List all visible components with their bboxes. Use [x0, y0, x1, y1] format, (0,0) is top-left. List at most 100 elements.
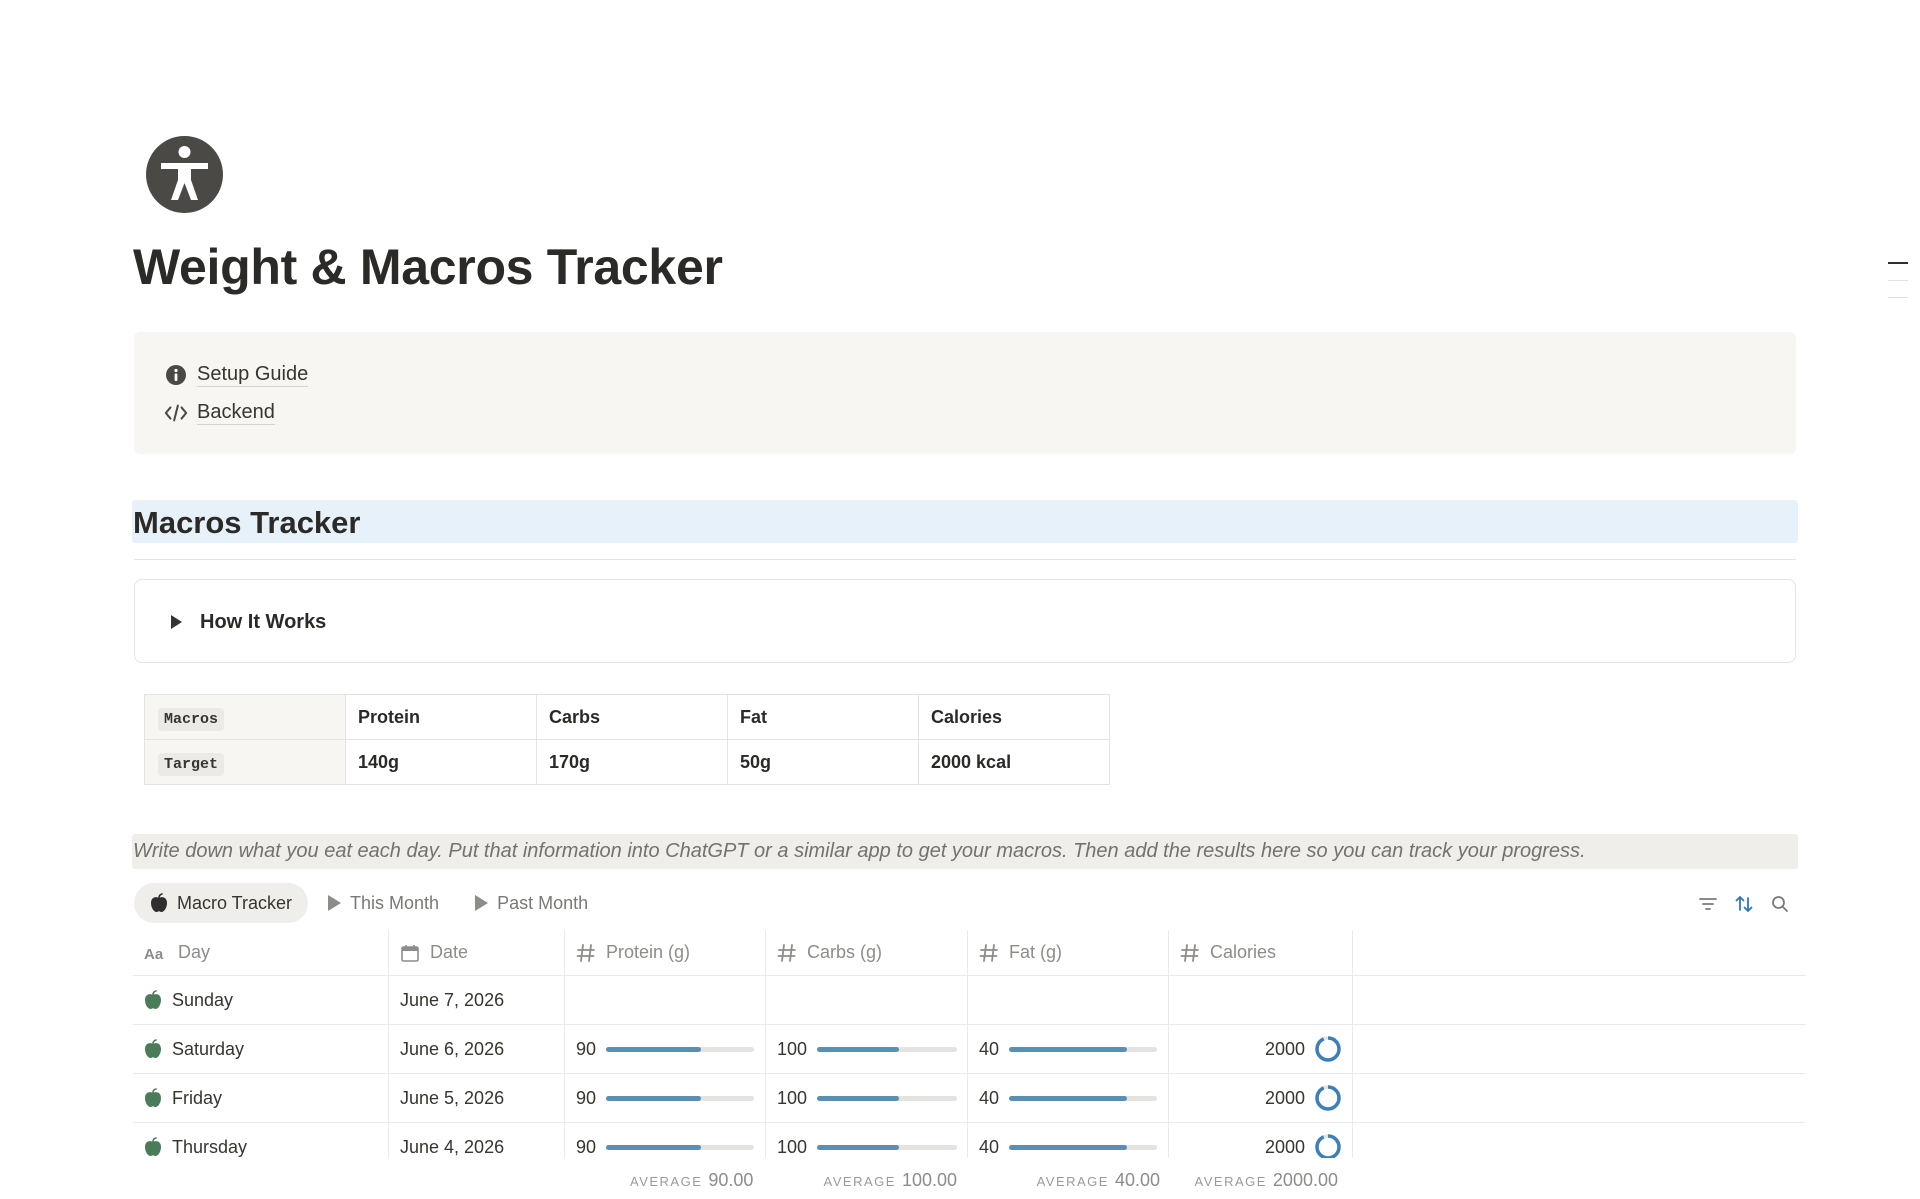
play-icon [475, 895, 489, 911]
column-header-day[interactable]: Aa Day [133, 930, 389, 975]
date-cell[interactable]: June 5, 2026 [389, 1074, 565, 1122]
macro-tracker-table: Aa Day Date Protein (g) Carbs (g) Fat (g… [133, 930, 1805, 1158]
number-icon [777, 943, 797, 963]
date-value: June 5, 2026 [400, 1087, 505, 1108]
calories-cell[interactable]: 2000 [1169, 1025, 1353, 1073]
filter-icon[interactable] [1697, 892, 1719, 916]
toc-mark[interactable] [1888, 280, 1908, 281]
table-row[interactable]: Friday June 5, 2026 90 100 40 2000 [133, 1074, 1805, 1123]
table-of-contents-rail[interactable] [1888, 262, 1908, 314]
fat-cell[interactable]: 40 [968, 1025, 1169, 1073]
column-header-date[interactable]: Date [389, 930, 565, 975]
date-cell[interactable]: June 4, 2026 [389, 1123, 565, 1158]
code-icon [164, 401, 188, 425]
day-cell[interactable]: Saturday [133, 1025, 389, 1073]
page-title: Weight & Macros Tracker [133, 239, 723, 295]
average-value: 40.00 [1114, 1170, 1160, 1190]
calories-value: 2000 [1264, 1087, 1305, 1108]
table-cell: Protein [345, 694, 537, 740]
fat-value: 40 [979, 1136, 1000, 1157]
fat-cell[interactable]: 40 [968, 1123, 1169, 1158]
calories-cell[interactable]: 2000 [1169, 1074, 1353, 1122]
progress-bar [606, 1095, 754, 1101]
carbs-cell[interactable] [766, 976, 968, 1024]
average-label: AVERAGE [1036, 1174, 1109, 1189]
calories-cell[interactable]: 2000 [1169, 1123, 1353, 1158]
table-row: Target 140g 170g 50g 2000 kcal [144, 739, 1110, 785]
protein-cell[interactable]: 90 [565, 1025, 766, 1073]
carbs-cell[interactable]: 100 [766, 1123, 968, 1158]
calories-cell[interactable] [1169, 976, 1353, 1024]
table-row[interactable]: Thursday June 4, 2026 90 100 40 2000 [133, 1123, 1805, 1158]
search-icon[interactable] [1769, 892, 1791, 916]
table-row: Macros Protein Carbs Fat Calories [144, 694, 1110, 740]
divider [134, 559, 1796, 560]
setup-guide-label: Setup Guide [197, 363, 309, 387]
table-header-row: Aa Day Date Protein (g) Carbs (g) Fat (g… [133, 930, 1805, 976]
toggle-label: How It Works [200, 611, 327, 633]
fat-cell[interactable] [968, 976, 1169, 1024]
setup-guide-link[interactable]: Setup Guide [164, 362, 309, 387]
table-cell: 2000 kcal [918, 739, 1110, 785]
column-header-protein[interactable]: Protein (g) [565, 930, 766, 975]
how-it-works-toggle[interactable]: How It Works [134, 579, 1796, 663]
fat-value: 40 [979, 1087, 1000, 1108]
protein-cell[interactable] [565, 976, 766, 1024]
day-cell[interactable]: Friday [133, 1074, 389, 1122]
tab-this-month[interactable]: This Month [312, 883, 455, 923]
progress-bar [1009, 1095, 1157, 1101]
progress-ring-icon [1315, 1085, 1341, 1111]
table-cell: Fat [727, 694, 919, 740]
tab-label: This Month [350, 892, 440, 913]
table-cell: Calories [918, 694, 1110, 740]
date-value: June 6, 2026 [400, 1038, 505, 1059]
sort-icon[interactable] [1733, 892, 1755, 916]
info-icon [164, 363, 188, 387]
carbs-value: 100 [777, 1136, 808, 1157]
number-icon [1180, 943, 1200, 963]
date-cell[interactable]: June 6, 2026 [389, 1025, 565, 1073]
table-cell: 170g [536, 739, 728, 785]
progress-ring-icon [1315, 1036, 1341, 1062]
accessibility-person-icon[interactable] [146, 136, 223, 213]
tab-label: Past Month [497, 892, 589, 913]
carbs-average: AVERAGE 100.00 [823, 1170, 957, 1191]
section-heading: Macros Tracker [132, 500, 1798, 543]
date-value: June 4, 2026 [400, 1136, 505, 1157]
protein-cell[interactable]: 90 [565, 1123, 766, 1158]
table-cell: Carbs [536, 694, 728, 740]
average-label: AVERAGE [1194, 1174, 1267, 1189]
protein-value: 90 [576, 1136, 597, 1157]
progress-bar [1009, 1144, 1157, 1150]
apple-icon [144, 1137, 162, 1157]
progress-bar [1009, 1046, 1157, 1052]
play-icon [328, 895, 342, 911]
day-label: Saturday [172, 1038, 245, 1059]
row-header-label: Target [158, 752, 225, 776]
day-cell[interactable]: Thursday [133, 1123, 389, 1158]
date-cell[interactable]: June 7, 2026 [389, 976, 565, 1024]
tab-past-month[interactable]: Past Month [459, 883, 604, 923]
date-value: June 7, 2026 [400, 989, 505, 1010]
carbs-cell[interactable]: 100 [766, 1074, 968, 1122]
column-header-label: Fat (g) [1009, 942, 1063, 962]
table-row[interactable]: Saturday June 6, 2026 90 100 40 2000 [133, 1025, 1805, 1074]
progress-bar [817, 1144, 957, 1150]
backend-link[interactable]: Backend [164, 400, 275, 425]
column-header-calories[interactable]: Calories [1169, 930, 1353, 975]
toc-mark[interactable] [1888, 297, 1908, 298]
fat-cell[interactable]: 40 [968, 1074, 1169, 1122]
toggle-arrow-icon[interactable] [171, 615, 182, 629]
progress-bar [817, 1095, 957, 1101]
table-cell: 140g [345, 739, 537, 785]
protein-cell[interactable]: 90 [565, 1074, 766, 1122]
tab-macro-tracker[interactable]: Macro Tracker [134, 883, 309, 923]
table-row[interactable]: Sunday June 7, 2026 [133, 976, 1805, 1025]
toc-mark-active[interactable] [1888, 262, 1908, 264]
macros-target-table: Macros Protein Carbs Fat Calories Target… [144, 694, 1110, 785]
carbs-cell[interactable]: 100 [766, 1025, 968, 1073]
column-header-carbs[interactable]: Carbs (g) [766, 930, 968, 975]
day-cell[interactable]: Sunday [133, 976, 389, 1024]
column-header-label: Calories [1210, 942, 1277, 962]
column-header-fat[interactable]: Fat (g) [968, 930, 1169, 975]
